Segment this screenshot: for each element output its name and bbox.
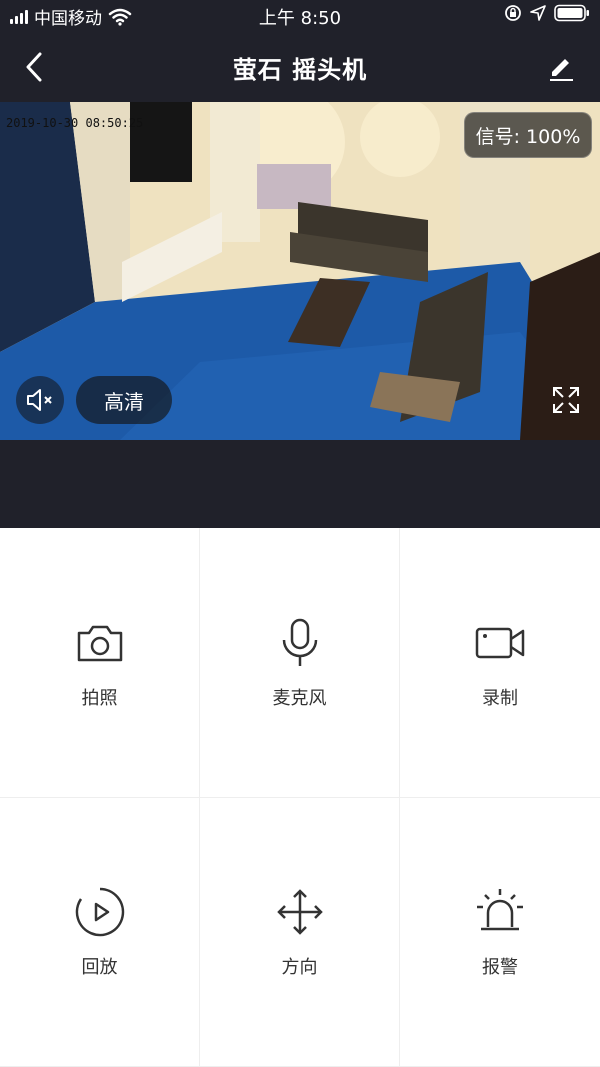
pencil-icon <box>550 59 573 81</box>
battery-icon <box>554 4 589 22</box>
orientation-lock-icon <box>505 5 521 21</box>
camera-icon <box>77 625 122 661</box>
alarm-label: 报警 <box>482 957 518 978</box>
direction-button[interactable]: 方向 <box>200 798 400 1067</box>
top-header: 中国移动 上午 8:50 萤石 摇头机 <box>0 0 600 102</box>
signal-strength-badge: 信号: 100% <box>464 112 592 158</box>
playback-icon <box>75 887 124 937</box>
snapshot-button[interactable]: 拍照 <box>0 528 200 798</box>
video-timestamp: 2019-10-30 08:50:25 <box>6 116 144 130</box>
microphone-button[interactable]: 麦克风 <box>200 528 400 798</box>
fullscreen-button[interactable] <box>550 384 582 416</box>
snapshot-label: 拍照 <box>81 687 118 709</box>
alarm-siren-icon <box>477 889 523 931</box>
direction-arrows-icon <box>276 889 323 935</box>
location-arrow-icon <box>530 5 546 21</box>
status-bar: 中国移动 上午 8:50 <box>0 0 600 32</box>
video-record-icon <box>475 627 525 658</box>
playback-label: 回放 <box>81 957 118 978</box>
status-right <box>504 4 590 22</box>
playback-button[interactable]: 回放 <box>0 798 200 1067</box>
direction-label: 方向 <box>281 957 318 978</box>
record-button[interactable]: 录制 <box>400 528 600 798</box>
edit-button[interactable] <box>546 52 576 82</box>
microphone-icon <box>282 618 317 666</box>
video-controls-band <box>0 440 600 528</box>
control-grid: 拍照 麦克风 录制 回放 方向 报警 <box>0 528 600 1067</box>
live-video-view[interactable]: 2019-10-30 08:50:25 信号: 100% 高清 <box>0 102 600 440</box>
page-title: 萤石 摇头机 <box>232 56 368 84</box>
expand-icon <box>553 387 579 413</box>
navigation-bar: 萤石 摇头机 <box>0 32 600 102</box>
microphone-label: 麦克风 <box>272 687 327 709</box>
alarm-button[interactable]: 报警 <box>400 798 600 1067</box>
record-label: 录制 <box>482 687 518 709</box>
quality-toggle-button[interactable]: 高清 <box>76 376 172 424</box>
speaker-muted-icon <box>27 389 52 411</box>
mute-button[interactable] <box>16 376 64 424</box>
